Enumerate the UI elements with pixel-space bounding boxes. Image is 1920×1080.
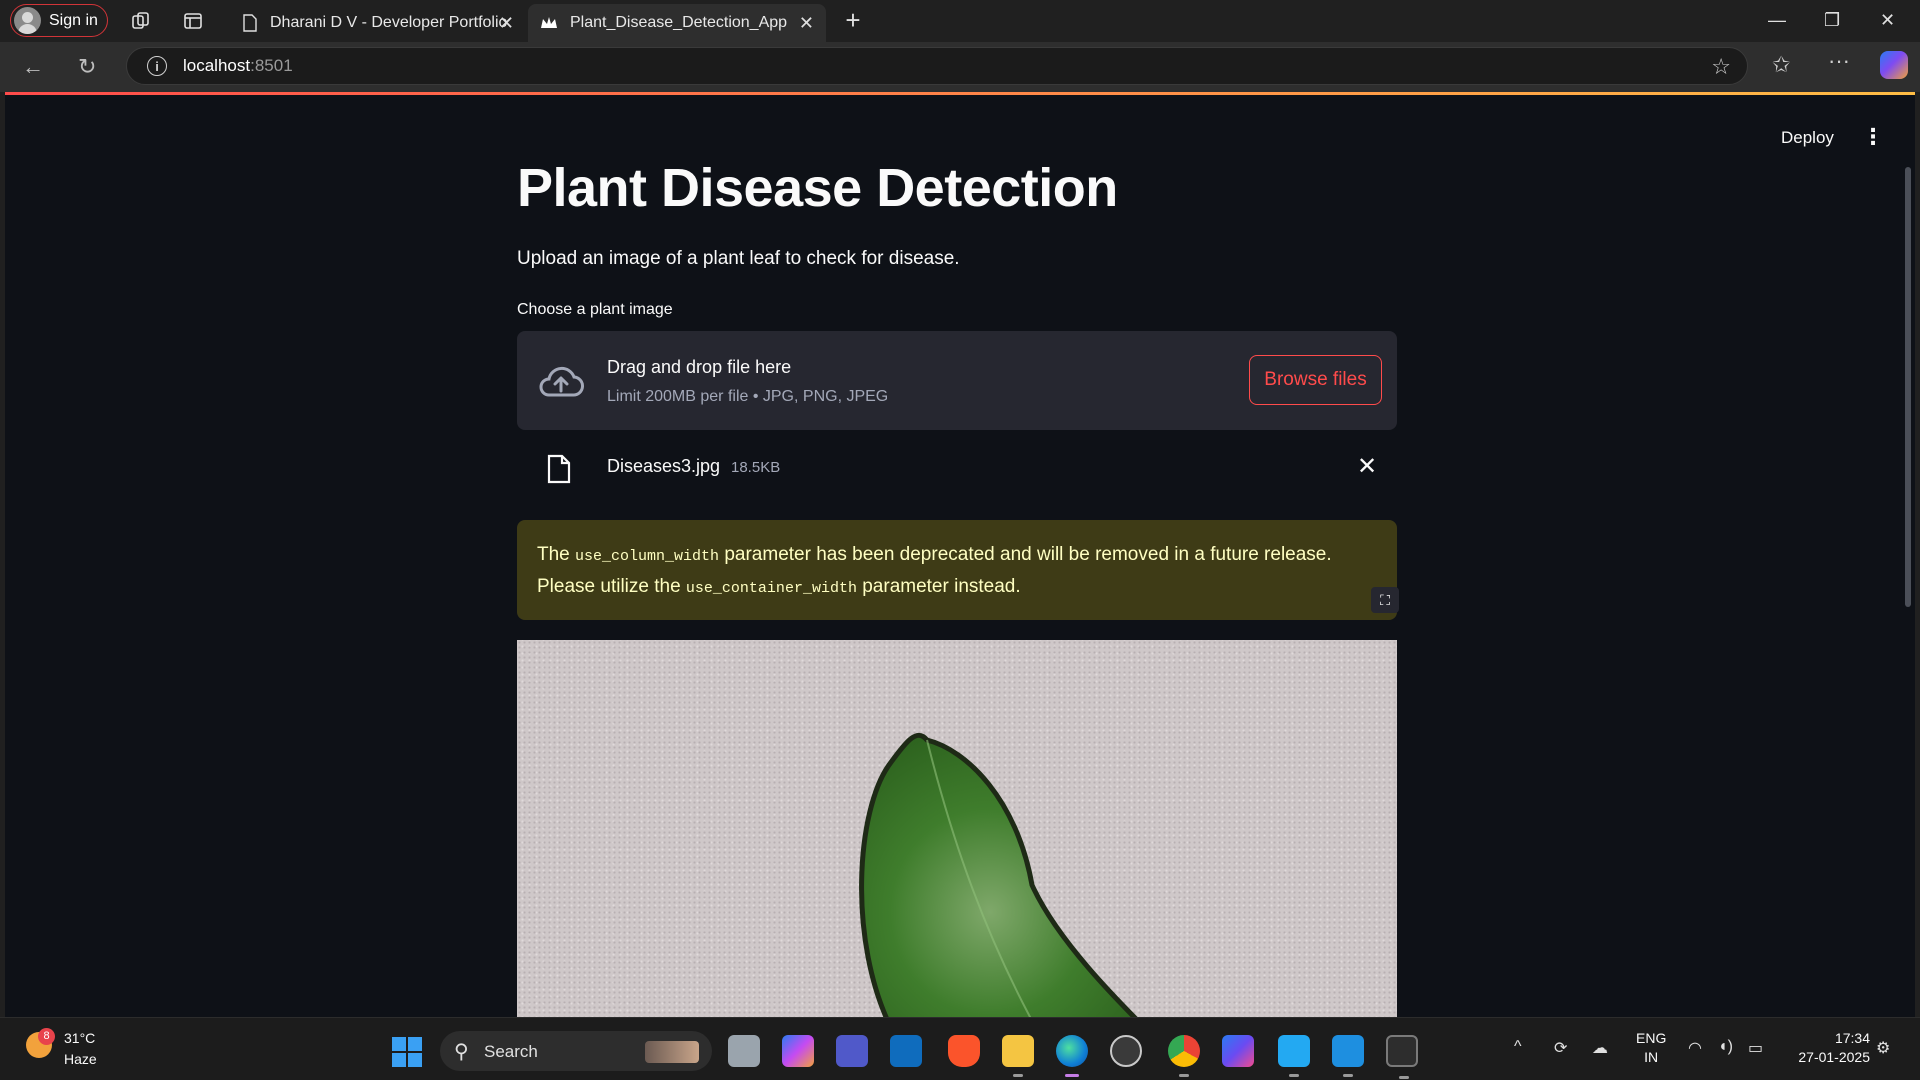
tab-title: Dharani D V - Developer Portfolio [270,14,508,31]
tab-plant-app[interactable]: Plant_Disease_Detection_App ✕ [528,4,826,42]
clock-date: 27-01-2025 [1798,1049,1870,1065]
site-info-icon[interactable]: i [147,56,167,76]
dropzone-limit-text: Limit 200MB per file • JPG, PNG, JPEG [607,388,889,405]
notifications-icon[interactable]: ⚙ [1876,1038,1890,1058]
windows-logo-pane [408,1053,422,1067]
weather-badge: 8 [38,1028,55,1045]
more-options-icon[interactable]: ··· [1828,48,1850,74]
uploaded-file-row: Diseases3.jpg 18.5KB ✕ [517,445,1397,501]
tab-title: Plant_Disease_Detection_App [570,14,788,31]
weather-temp[interactable]: 31°C [64,1030,95,1046]
copilot-app-icon[interactable] [782,1035,814,1067]
file-explorer-icon[interactable] [1002,1035,1034,1077]
warning-text: parameter instead. [856,576,1021,597]
cloud-upload-icon [539,366,584,397]
profile-avatar-icon [14,7,41,34]
streamlit-crown-icon [541,17,557,28]
warning-code: use_column_width [575,548,720,565]
refresh-icon[interactable]: ↻ [78,54,96,80]
page-title: Plant Disease Detection [517,158,1118,218]
warning-code: use_container_width [685,580,857,597]
show-hidden-icons-icon[interactable]: ^ [1514,1038,1522,1056]
brave-browser-icon[interactable] [948,1035,980,1067]
tab-portfolio[interactable]: Dharani D V - Developer Portfolio ✕ [230,4,526,42]
back-icon[interactable]: ← [22,54,44,80]
wifi-icon[interactable]: ◠ [1688,1038,1702,1058]
restore-icon[interactable]: ❐ [1824,10,1840,31]
system-clock[interactable]: 17:34 27-01-2025 [1790,1029,1870,1067]
region-code: IN [1644,1049,1659,1065]
leaf-illustration [859,732,1138,1017]
chrome-icon[interactable] [1168,1035,1200,1077]
language-code: ENG [1636,1030,1667,1046]
browser-tab-bar: Sign in Dharani D V - Developer Portfoli… [0,0,1920,42]
app-viewport: Deploy ⋮ Plant Disease Detection Upload … [5,95,1915,1017]
uploader-label: Choose a plant image [517,301,673,318]
warning-text: The [537,544,576,565]
weather-desc[interactable]: Haze [64,1051,97,1067]
close-window-icon[interactable]: ✕ [1880,10,1895,31]
outlook-icon[interactable] [890,1035,922,1067]
main-menu-icon[interactable]: ⋮ [1862,126,1884,148]
file-name: Diseases3.jpg [607,456,721,476]
language-indicator[interactable]: ENG IN [1636,1029,1666,1067]
sign-in-label: Sign in [49,11,98,29]
vscode-icon[interactable] [1278,1035,1310,1077]
remove-file-icon[interactable]: ✕ [1357,452,1377,481]
task-view-icon[interactable] [728,1035,760,1067]
paint-app-icon[interactable] [1332,1035,1364,1077]
workspaces-icon[interactable] [128,8,154,34]
url-text: localhost:8501 [183,56,293,76]
address-bar[interactable]: i localhost:8501 ☆ [126,47,1748,85]
new-tab-icon[interactable]: + [840,5,866,35]
clock-time: 17:34 [1834,1030,1870,1046]
uploaded-leaf-image [517,640,1397,1017]
sync-icon[interactable]: ⟳ [1554,1038,1567,1058]
terminal-icon[interactable] [1386,1035,1418,1079]
close-tab-icon[interactable]: ✕ [499,13,514,34]
close-tab-icon[interactable]: ✕ [799,13,814,34]
copilot-icon[interactable] [1880,51,1908,79]
volume-icon[interactable]: ◖) [1718,1038,1733,1056]
windows-taskbar: 8 31°C Haze ⚲ Search ^ ⟳ ☁ ENG IN ◠ ◖) ▭… [0,1017,1920,1080]
battery-icon[interactable]: ▭ [1748,1038,1763,1058]
sign-in-button[interactable]: Sign in [10,4,108,37]
deprecation-warning: The use_column_width parameter has been … [517,520,1397,620]
edge-browser-icon[interactable] [1056,1035,1088,1077]
m365-icon[interactable] [1222,1035,1254,1067]
search-icon: ⚲ [454,1041,469,1063]
search-label: Search [484,1042,538,1061]
minimize-icon[interactable]: — [1768,10,1786,31]
file-icon [547,454,571,484]
address-bar-row: ← ↻ i localhost:8501 ☆ ✩ ··· [0,42,1920,92]
deploy-button[interactable]: Deploy [1781,128,1834,148]
favorite-star-icon[interactable]: ☆ [1711,54,1731,80]
windows-logo-pane [392,1037,406,1051]
onedrive-icon[interactable]: ☁ [1592,1038,1608,1058]
vertical-tabs-icon[interactable] [180,8,206,34]
browse-files-button[interactable]: Browse files [1249,355,1382,405]
search-highlight-icon [645,1041,699,1063]
page-subtitle: Upload an image of a plant leaf to check… [517,248,960,269]
favorites-icon[interactable]: ✩ [1772,52,1790,78]
url-host: localhost [183,56,251,75]
dropzone-instructions: Drag and drop file here [607,357,792,377]
taskbar-search[interactable]: ⚲ Search [440,1031,712,1071]
start-button[interactable] [392,1037,422,1067]
page-icon [243,14,257,32]
scrollbar[interactable] [1905,167,1911,607]
windows-logo-pane [392,1053,406,1067]
file-size: 18.5KB [731,459,781,476]
windows-logo-pane [408,1037,422,1051]
fullscreen-icon[interactable]: ⛶ [1371,587,1399,613]
url-port: :8501 [250,56,293,75]
file-dropzone[interactable]: Drag and drop file here Limit 200MB per … [517,331,1397,430]
media-player-icon[interactable] [1110,1035,1142,1067]
teams-icon[interactable] [836,1035,868,1067]
